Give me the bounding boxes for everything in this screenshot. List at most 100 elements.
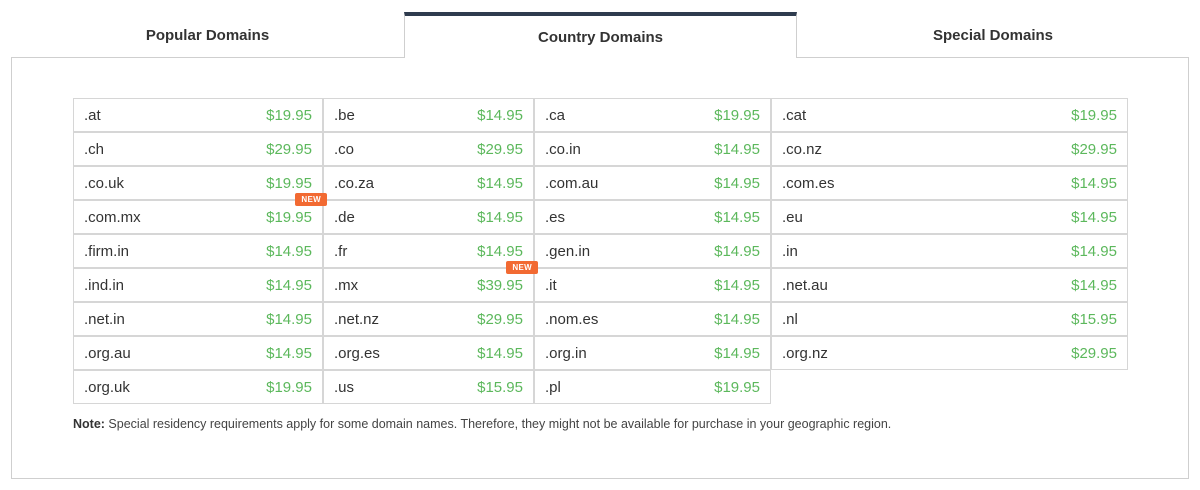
domain-cell[interactable]: .ch $29.95 xyxy=(73,132,323,166)
domain-price: $29.95 xyxy=(266,141,312,158)
domain-cell[interactable]: .co.nz $29.95 xyxy=(771,132,1128,166)
domain-name: .cat xyxy=(782,107,807,124)
domain-name: .co.in xyxy=(545,141,581,158)
domain-price: $29.95 xyxy=(477,311,523,328)
domain-name: .co.za xyxy=(334,175,375,192)
domain-name: .org.es xyxy=(334,345,380,362)
domain-price: $14.95 xyxy=(266,243,312,260)
domain-price: $14.95 xyxy=(714,209,760,226)
domain-cell[interactable]: .co.uk $19.95 xyxy=(73,166,323,200)
table-row: .net.in $14.95 .net.nz $29.95 .nom.es $14.95.… xyxy=(73,302,1128,336)
domain-cell[interactable]: .fr $14.95 xyxy=(323,234,534,268)
domain-cell[interactable]: .org.nz $29.95 xyxy=(771,336,1128,370)
domain-cell[interactable]: .us $15.95 xyxy=(323,370,534,404)
domain-cell[interactable]: .com.au $14.95 xyxy=(534,166,771,200)
domain-cell[interactable]: .net.au $14.95 xyxy=(771,268,1128,302)
domain-name: .ca xyxy=(545,107,566,124)
domain-cell[interactable]: .org.in $14.95 xyxy=(534,336,771,370)
table-row: .com.mx $19.95 NEW .de $14.95 .es $14.95 .eu $14… xyxy=(73,193,1128,234)
domain-name: .fr xyxy=(334,243,348,260)
tab-popular-domains[interactable]: Popular Domains xyxy=(11,12,404,58)
domain-price: $15.95 xyxy=(477,379,523,396)
note-text: Special residency requirements apply for… xyxy=(104,417,892,431)
tab-special-domains[interactable]: Special Domains xyxy=(797,12,1189,58)
domain-cell[interactable]: .be $14.95 xyxy=(323,98,534,132)
domain-price: $14.95 xyxy=(1071,209,1117,226)
domain-name: .co.nz xyxy=(782,141,823,158)
table-row: .org.uk $19.95 .us $15.95 .pl $19.95 xyxy=(73,370,1128,404)
domain-price-table: .at $19.95 .be $14.95 .ca $19.95 .cat $19.95 .ch… xyxy=(73,98,1128,404)
domain-cell[interactable]: .co.in $14.95 xyxy=(534,132,771,166)
domain-cell[interactable]: .mx $39.95 NEW xyxy=(323,261,538,302)
table-row: .co.uk $19.95 .co.za $14.95 .com.au $14.95 .co… xyxy=(73,166,1128,200)
domain-cell[interactable]: .gen.in $14.95 xyxy=(534,234,771,268)
domain-cell[interactable]: .org.au $14.95 xyxy=(73,336,323,370)
domain-name: .org.nz xyxy=(782,345,828,362)
domain-cell[interactable]: .net.nz $29.95 xyxy=(323,302,534,336)
domain-cell[interactable]: .es $14.95 xyxy=(534,200,771,234)
domain-cell[interactable]: .ca $19.95 xyxy=(534,98,771,132)
domain-name: .it xyxy=(545,277,557,294)
table-row: .firm.in $14.95 .fr $14.95 .gen.in $14.95 .in $… xyxy=(73,234,1128,268)
domain-name: .net.nz xyxy=(334,311,380,328)
domain-cell[interactable]: .it $14.95 xyxy=(534,268,771,302)
empty-cell xyxy=(771,370,1128,404)
domain-price: $14.95 xyxy=(714,277,760,294)
domain-price: $14.95 xyxy=(714,311,760,328)
domain-cell[interactable]: .eu $14.95 xyxy=(771,200,1128,234)
domain-cell[interactable]: .ind.in $14.95 xyxy=(73,268,323,302)
domain-price: $14.95 xyxy=(266,345,312,362)
domain-price: $14.95 xyxy=(477,175,523,192)
domain-name: .ch xyxy=(84,141,105,158)
note-label: Note: xyxy=(73,417,105,431)
domain-name: .firm.in xyxy=(84,243,129,260)
domain-price: $19.95 xyxy=(714,379,760,396)
domain-cell[interactable]: .com.es $14.95 xyxy=(771,166,1128,200)
residency-note: Note: Special residency requirements app… xyxy=(73,417,891,431)
domain-cell[interactable]: .com.mx $19.95 NEW xyxy=(73,193,327,234)
domain-name: .com.mx xyxy=(84,209,141,226)
domain-name: .at xyxy=(84,107,101,124)
domain-name: .in xyxy=(782,243,798,260)
table-row: .at $19.95 .be $14.95 .ca $19.95 .cat $19.95 xyxy=(73,98,1128,132)
domain-price: $29.95 xyxy=(1071,141,1117,158)
table-row: .org.au $14.95 .org.es $14.95 .org.in $14.95.… xyxy=(73,336,1128,370)
domain-name: .co.uk xyxy=(84,175,125,192)
domain-name: .net.au xyxy=(782,277,828,294)
new-badge: NEW xyxy=(506,261,538,274)
new-badge: NEW xyxy=(295,193,327,206)
domain-cell[interactable]: .co $29.95 xyxy=(323,132,534,166)
table-row: .ch $29.95 .co $29.95 .co.in $14.95 .co.nz $29.… xyxy=(73,132,1128,166)
domain-name: .pl xyxy=(545,379,561,396)
domain-price: $14.95 xyxy=(714,175,760,192)
domain-price: $39.95 xyxy=(477,277,523,294)
domain-cell[interactable]: .firm.in $14.95 xyxy=(73,234,323,268)
domain-name: .org.uk xyxy=(84,379,130,396)
domain-price: $29.95 xyxy=(1071,345,1117,362)
domain-price: $14.95 xyxy=(477,107,523,124)
domain-price: $14.95 xyxy=(714,345,760,362)
tab-country-domains[interactable]: Country Domains xyxy=(404,12,797,58)
domain-cell[interactable]: .co.za $14.95 xyxy=(323,166,534,200)
domain-cell[interactable]: .at $19.95 xyxy=(73,98,323,132)
domain-price: $15.95 xyxy=(1071,311,1117,328)
domain-cell[interactable]: .pl $19.95 xyxy=(534,370,771,404)
domain-name: .org.in xyxy=(545,345,587,362)
domain-name: .nom.es xyxy=(545,311,599,328)
domain-name: .de xyxy=(334,209,355,226)
domain-cell[interactable]: .net.in $14.95 xyxy=(73,302,323,336)
domain-cell[interactable]: .cat $19.95 xyxy=(771,98,1128,132)
domain-cell[interactable]: .in $14.95 xyxy=(771,234,1128,268)
domain-name: .mx xyxy=(334,277,359,294)
domain-cell[interactable]: .nom.es $14.95 xyxy=(534,302,771,336)
domain-cell[interactable]: .org.uk $19.95 xyxy=(73,370,323,404)
domain-price: $14.95 xyxy=(1071,175,1117,192)
domain-name: .ind.in xyxy=(84,277,125,294)
domain-cell[interactable]: .org.es $14.95 xyxy=(323,336,534,370)
domain-name: .co xyxy=(334,141,355,158)
domain-name: .com.au xyxy=(545,175,599,192)
domain-cell[interactable]: .de $14.95 xyxy=(323,200,534,234)
domain-price: $14.95 xyxy=(266,311,312,328)
domain-cell[interactable]: .nl $15.95 xyxy=(771,302,1128,336)
domain-price: $14.95 xyxy=(477,243,523,260)
